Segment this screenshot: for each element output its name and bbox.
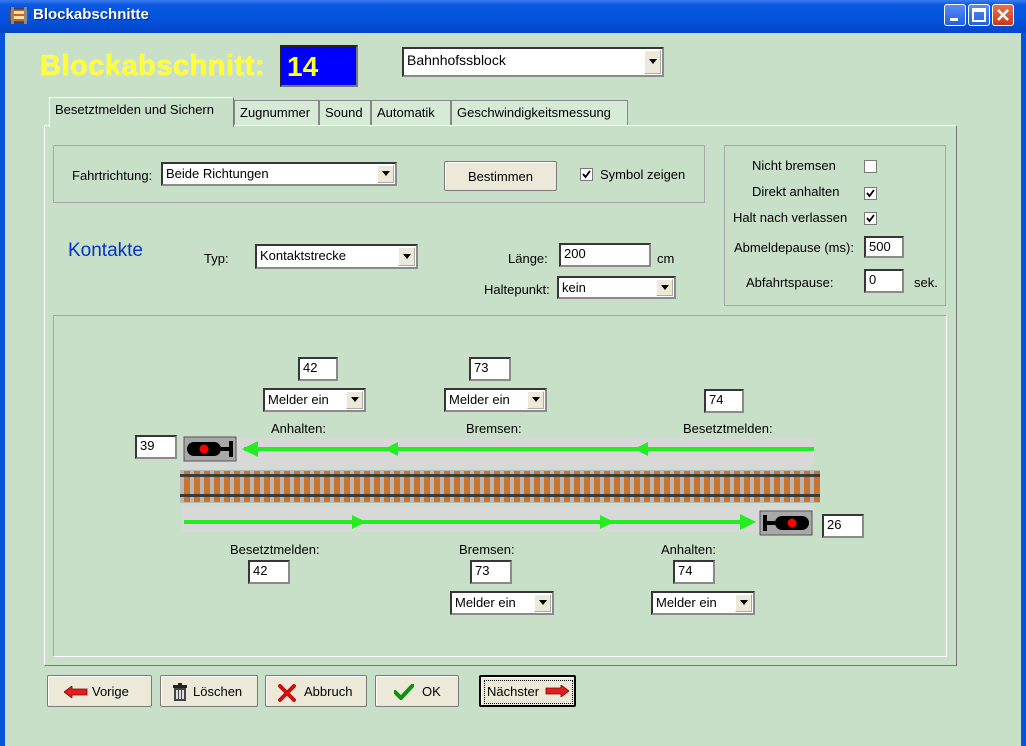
- arrow-right-icon: [545, 685, 569, 697]
- signal-left-icon: [183, 436, 237, 465]
- ok-label: OK: [422, 684, 441, 699]
- bottom-bremsen-label: Bremsen:: [459, 542, 515, 557]
- departure-pause-input[interactable]: 0: [864, 269, 904, 293]
- direct-stop-checkbox[interactable]: [864, 187, 877, 200]
- chevron-down-icon[interactable]: [346, 391, 363, 409]
- cancel-label: Abbruch: [304, 684, 353, 699]
- chevron-down-icon[interactable]: [644, 50, 661, 74]
- block-title: Blockabschnitt:: [40, 50, 266, 82]
- bottom-anhalten-contact[interactable]: 74: [673, 560, 715, 584]
- window-frame-left: [0, 33, 5, 746]
- arrow-left-icon: [64, 686, 88, 698]
- chevron-down-icon[interactable]: [527, 391, 544, 409]
- bottom-anhalten-label: Anhalten:: [661, 542, 716, 557]
- chevron-down-icon[interactable]: [735, 594, 752, 612]
- bottom-bremsen-mode-select[interactable]: Melder ein: [450, 591, 554, 615]
- block-type-select[interactable]: Bahnhofssblock: [402, 47, 664, 77]
- signoff-pause-input[interactable]: 500: [864, 236, 904, 258]
- app-icon: [9, 7, 29, 24]
- next-button[interactable]: Nächster: [479, 675, 576, 707]
- top-anhalten-label: Anhalten:: [271, 421, 326, 436]
- direction-label: Fahrtrichtung:: [72, 168, 153, 183]
- bottom-anhalten-mode-select[interactable]: Melder ein: [651, 591, 755, 615]
- direct-stop-label: Direkt anhalten: [752, 184, 840, 199]
- chevron-down-icon[interactable]: [377, 165, 394, 183]
- top-lane: [182, 438, 814, 468]
- block-type-value: Bahnhofssblock: [407, 52, 506, 68]
- kontakte-heading: Kontakte: [68, 240, 143, 261]
- left-signal-contact[interactable]: 39: [135, 435, 177, 459]
- tab-automatik[interactable]: Automatik: [371, 100, 451, 126]
- bottom-bremsen-contact[interactable]: 73: [470, 560, 512, 584]
- top-anhalten-mode: Melder ein: [268, 392, 329, 407]
- bottom-anhalten-mode: Melder ein: [656, 595, 717, 610]
- contact-type-select[interactable]: Kontaktstrecke: [255, 244, 418, 269]
- bottom-bremsen-mode: Melder ein: [455, 595, 516, 610]
- block-number-field[interactable]: 14: [280, 45, 358, 87]
- stop-point-value: kein: [562, 280, 586, 295]
- close-icon: [278, 684, 296, 702]
- tab-zugnummer[interactable]: Zugnummer: [234, 100, 319, 126]
- tab-sound[interactable]: Sound: [319, 100, 371, 126]
- window-title: Blockabschnitte: [33, 6, 149, 23]
- stop-point-label: Haltepunkt:: [484, 282, 550, 297]
- top-bremsen-mode: Melder ein: [449, 392, 510, 407]
- delete-label: Löschen: [193, 684, 243, 699]
- chevron-down-icon[interactable]: [534, 594, 551, 612]
- signoff-pause-label: Abmeldepause (ms):: [734, 240, 854, 255]
- direction-value: Beide Richtungen: [166, 166, 269, 181]
- stop-point-select[interactable]: kein: [557, 276, 676, 299]
- stop-after-leave-checkbox[interactable]: [864, 212, 877, 225]
- tab-besetztmelden[interactable]: Besetztmelden und Sichern: [49, 97, 234, 127]
- maximize-button[interactable]: [968, 4, 990, 26]
- direction-select[interactable]: Beide Richtungen: [161, 162, 397, 186]
- close-button[interactable]: [992, 4, 1014, 26]
- trash-icon: [173, 683, 187, 701]
- chevron-down-icon[interactable]: [656, 279, 673, 296]
- no-brake-checkbox[interactable]: [864, 160, 877, 173]
- window-frame-right: [1021, 33, 1026, 746]
- symbol-label: Symbol zeigen: [600, 167, 686, 182]
- ok-button[interactable]: OK: [375, 675, 459, 707]
- top-anhalten-contact[interactable]: 42: [298, 357, 338, 381]
- contact-type-value: Kontaktstrecke: [260, 248, 346, 263]
- no-brake-label: Nicht bremsen: [752, 158, 836, 173]
- length-label: Länge:: [508, 251, 548, 266]
- previous-button[interactable]: Vorige: [47, 675, 152, 707]
- signal-right-icon: [759, 510, 813, 539]
- top-bremsen-contact[interactable]: 73: [469, 357, 511, 381]
- departure-pause-label: Abfahrtspause:: [746, 275, 834, 290]
- chevron-down-icon[interactable]: [398, 247, 415, 266]
- bottom-lane: [182, 506, 814, 532]
- type-label: Typ:: [204, 251, 229, 266]
- title-bar[interactable]: [0, 0, 1026, 33]
- determine-button[interactable]: Bestimmen: [444, 161, 557, 191]
- previous-label: Vorige: [92, 684, 129, 699]
- length-input[interactable]: 200: [559, 243, 651, 267]
- top-bremsen-label: Bremsen:: [466, 421, 522, 436]
- checkmark-icon: [394, 684, 414, 700]
- bottom-besetztmelden-contact[interactable]: 42: [248, 560, 290, 584]
- tab-geschwindigkeitsmessung[interactable]: Geschwindigkeitsmessung: [451, 100, 628, 126]
- minimize-button[interactable]: [944, 4, 966, 26]
- top-bremsen-mode-select[interactable]: Melder ein: [444, 388, 547, 412]
- rail-track: [180, 470, 820, 503]
- bottom-besetztmelden-label: Besetztmelden:: [230, 542, 320, 557]
- top-besetztmelden-contact[interactable]: 74: [704, 389, 744, 413]
- delete-button[interactable]: Löschen: [160, 675, 258, 707]
- symbol-checkbox[interactable]: [580, 168, 593, 181]
- length-unit: cm: [657, 251, 675, 266]
- right-signal-contact[interactable]: 26: [822, 514, 864, 538]
- next-label: Nächster: [487, 684, 540, 699]
- departure-unit: sek.: [914, 275, 938, 290]
- top-besetztmelden-label: Besetztmelden:: [683, 421, 773, 436]
- top-anhalten-mode-select[interactable]: Melder ein: [263, 388, 366, 412]
- stop-after-leave-label: Halt nach verlassen: [733, 210, 848, 225]
- cancel-button[interactable]: Abbruch: [265, 675, 367, 707]
- track-diagram: [180, 438, 820, 532]
